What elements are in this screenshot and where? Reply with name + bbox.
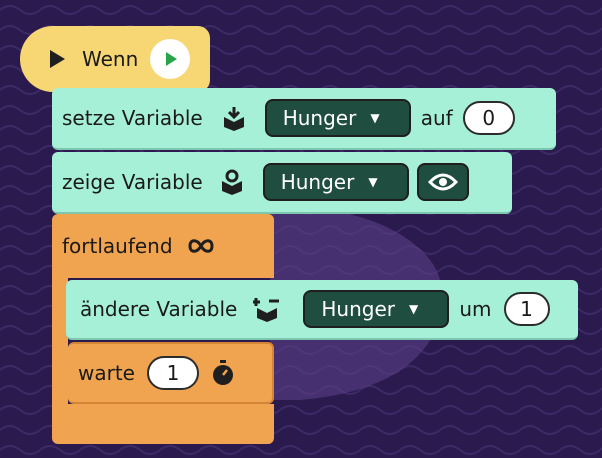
chevron-down-icon: ▼ (368, 175, 378, 189)
forever-block[interactable]: fortlaufend (52, 214, 274, 278)
set-value-input[interactable]: 0 (462, 101, 515, 135)
eye-icon (427, 172, 458, 192)
location-box-icon (219, 169, 245, 195)
set-variable-block[interactable]: setze Variable Hunger ▼ auf 0 (52, 88, 556, 150)
set-variable-label: setze Variable (62, 106, 203, 130)
set-value-text: 0 (482, 106, 496, 130)
infinity-arrows-icon (187, 237, 215, 255)
change-variable-label: ändere Variable (80, 297, 238, 321)
wait-value-input[interactable]: 1 (146, 356, 199, 390)
show-variable-label: zeige Variable (62, 170, 203, 194)
wait-label: warte (78, 361, 135, 385)
stopwatch-icon (211, 360, 235, 386)
green-flag-play-icon[interactable] (150, 39, 191, 79)
chevron-down-icon: ▼ (408, 302, 419, 316)
forever-label: fortlaufend (62, 234, 173, 258)
change-variable-block[interactable]: ändere Variable Hunger ▼ um 1 (66, 280, 578, 340)
change-value-input[interactable]: 1 (503, 292, 550, 326)
play-icon (46, 48, 68, 70)
plus-minus-box-icon (253, 296, 281, 322)
to-label: auf (420, 106, 453, 130)
wait-block[interactable]: warte 1 (68, 342, 274, 404)
by-label: um (459, 297, 492, 321)
set-variable-name: Hunger (282, 106, 357, 130)
show-variable-name: Hunger (280, 170, 355, 194)
download-box-icon (221, 105, 247, 131)
wait-value-text: 1 (166, 361, 180, 385)
change-value-text: 1 (520, 297, 533, 321)
code-canvas[interactable]: Wenn setze Variable Hunger ▼ auf 0 zeige… (0, 0, 602, 458)
when-label: Wenn (82, 47, 139, 71)
change-variable-name: Hunger (321, 297, 395, 321)
when-hat-block[interactable]: Wenn (20, 26, 210, 92)
show-variable-dropdown[interactable]: Hunger ▼ (262, 163, 409, 201)
chevron-down-icon: ▼ (370, 111, 380, 125)
show-variable-block[interactable]: zeige Variable Hunger ▼ (52, 152, 512, 214)
forever-block-bottom (52, 404, 274, 444)
set-variable-dropdown[interactable]: Hunger ▼ (264, 99, 411, 137)
show-toggle-button[interactable] (416, 163, 469, 201)
change-variable-dropdown[interactable]: Hunger ▼ (303, 290, 450, 328)
